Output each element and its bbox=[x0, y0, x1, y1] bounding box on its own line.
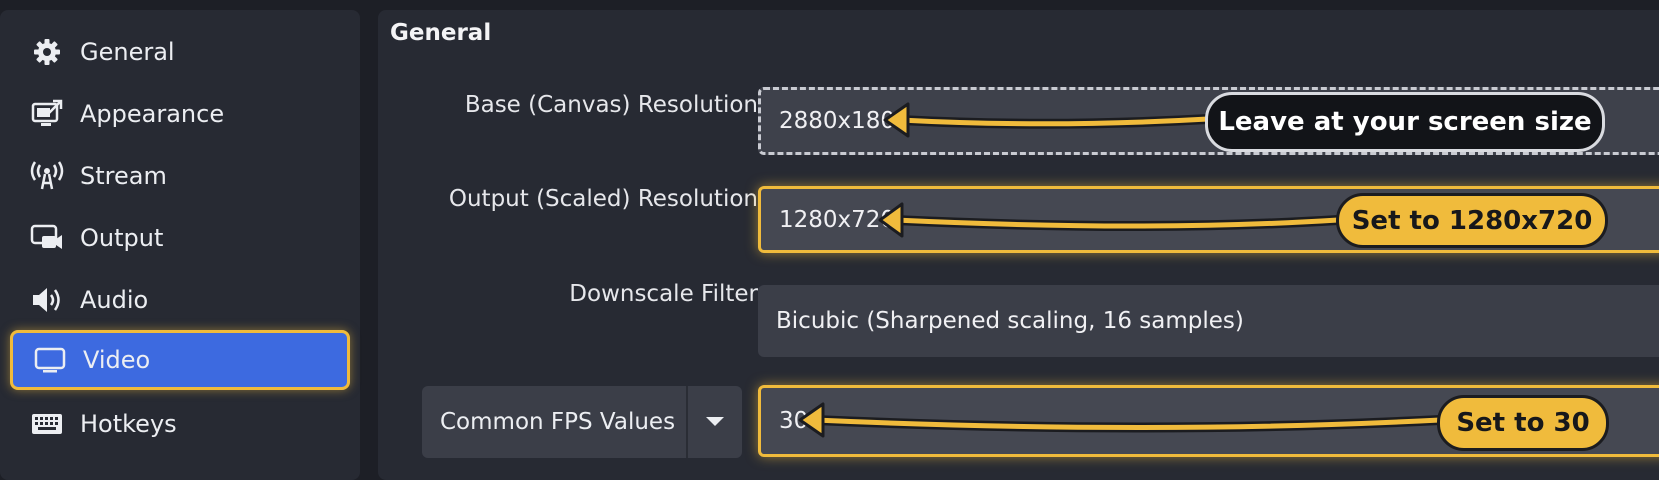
annotation-base-resolution: Leave at your screen size bbox=[1205, 92, 1605, 152]
annotation-output-resolution: Set to 1280x720 bbox=[1336, 193, 1608, 248]
annotation-fps: Set to 30 bbox=[1437, 395, 1609, 451]
